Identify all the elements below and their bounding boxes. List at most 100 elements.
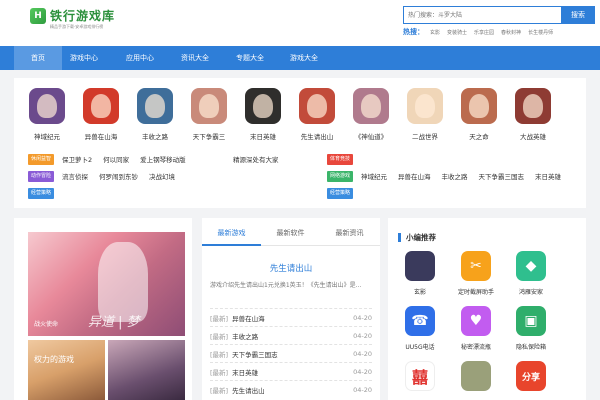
category-tag[interactable]: 休闲益智 (28, 153, 55, 165)
app-tile[interactable]: 大战英雄 (510, 88, 556, 141)
hot-link[interactable]: 长生楼丹师 (528, 29, 553, 36)
recommend-tile[interactable]: ✂ 定时截屏助手 (448, 251, 504, 296)
app-icon (245, 88, 281, 124)
app-tile[interactable]: 丰收之路 (132, 88, 178, 141)
app-tile[interactable]: 天下争霸三 (186, 88, 232, 141)
category-link[interactable]: 保卫萝卜2 (62, 154, 92, 164)
recommend-tile[interactable]: 囍 (392, 361, 448, 391)
category-link[interactable]: 决战幻境 (149, 171, 175, 181)
app-tile[interactable]: 天之命 (456, 88, 502, 141)
list-item[interactable]: [最新] 丰收之路 04-20 (210, 326, 372, 344)
promo-thumbnail[interactable]: 权力的游戏 (28, 340, 105, 400)
search-input[interactable] (403, 6, 561, 24)
app-tile[interactable]: 先生请出山 (294, 88, 340, 141)
latest-tabs: 最新游戏 最新软件 最新资讯 (202, 220, 380, 246)
hot-link[interactable]: 玄影 (430, 29, 440, 36)
app-tile[interactable]: 二战世界 (402, 88, 448, 141)
nav-apps[interactable]: 应用中心 (116, 46, 164, 70)
logo-icon: H (30, 8, 46, 24)
list-item-title: 丰收之路 (232, 332, 259, 341)
recommend-tile[interactable]: ♥ 秘密漂流瓶 (448, 306, 504, 351)
category-tag[interactable]: 动作冒险 (28, 170, 55, 182)
nav-games[interactable]: 游戏中心 (60, 46, 108, 70)
list-item-date: 04-20 (353, 367, 372, 376)
list-item[interactable]: [最新] 先生请出山 04-20 (210, 380, 372, 398)
app-tile[interactable]: 神域纪元 (24, 88, 70, 141)
recommend-tile[interactable]: ▣ 隐私保险箱 (503, 306, 559, 351)
category-link[interactable]: 爱上钢琴移动版 (140, 154, 186, 164)
category-tag[interactable]: 经营策略 (28, 187, 55, 199)
safe-icon: ▣ (516, 306, 546, 336)
app-tile[interactable]: 《神仙道》 (348, 88, 394, 141)
list-item[interactable]: [最新] 异兽在山海 04-20 (210, 308, 372, 326)
list-item[interactable]: [最新] 天下争霸三国志 04-20 (210, 344, 372, 362)
tab-latest-games[interactable]: 最新游戏 (202, 220, 261, 246)
logo-text: 铁行游戏库 (50, 8, 116, 23)
app-tile[interactable]: 末日英雄 (240, 88, 286, 141)
nav-news[interactable]: 资讯大全 (171, 46, 219, 70)
category-link[interactable]: 异兽在山海 (398, 171, 431, 181)
category-link[interactable]: 何以同家 (103, 154, 129, 164)
category-link[interactable]: 神域纪元 (361, 171, 387, 181)
category-link[interactable]: 末日英雄 (535, 171, 561, 181)
nav-home[interactable]: 首页 (14, 46, 62, 70)
category-link[interactable]: 何罗闹到东钞 (99, 171, 138, 181)
app-icon (29, 88, 65, 124)
app-icon (461, 361, 491, 391)
category-link[interactable]: 天下争霸三国志 (479, 171, 525, 181)
recommend-tile[interactable]: ☎ UU5G电话 (392, 306, 448, 351)
recommend-header: 小编推荐 (398, 232, 436, 243)
recommend-tile[interactable] (448, 361, 504, 391)
app-name: 大战英雄 (520, 133, 546, 141)
recommend-tile[interactable]: ◆ 鸿雁安家 (503, 251, 559, 296)
app-icon (405, 251, 435, 281)
search-box: 搜索 (403, 6, 595, 24)
list-item[interactable]: [最新] 末日英雄 04-20 (210, 362, 372, 380)
app-icon (137, 88, 173, 124)
list-item-date: 04-20 (353, 331, 372, 340)
app-name: 先生请出山 (300, 133, 334, 141)
promo-thumbnail[interactable] (108, 340, 185, 400)
app-icon (407, 88, 443, 124)
app-name: 隐私保险箱 (515, 344, 546, 351)
category-link[interactable]: 丰收之路 (442, 171, 468, 181)
list-item-date: 04-20 (353, 313, 372, 322)
app-name: 秘密漂流瓶 (460, 344, 491, 351)
category-tag[interactable]: 体育竞技 (327, 153, 354, 165)
category-link[interactable]: 流言侦探 (62, 171, 88, 181)
nav-all-games[interactable]: 游戏大全 (280, 46, 328, 70)
app-name: 天下争霸三 (192, 133, 226, 141)
app-name: 异兽在山海 (84, 133, 118, 141)
app-name: 末日英雄 (250, 133, 276, 141)
tab-latest-news[interactable]: 最新资讯 (320, 220, 379, 246)
category-row: 经营策略 (327, 187, 361, 199)
recommend-tile[interactable]: 玄影 (392, 251, 448, 296)
category-tag[interactable]: 网络游戏 (327, 170, 354, 182)
banner-caption: 战火使命 (34, 321, 59, 328)
featured-game-title[interactable]: 先生请出山 (202, 262, 380, 274)
tab-latest-software[interactable]: 最新软件 (261, 220, 320, 246)
bird-icon: ◆ (516, 251, 546, 281)
search-button[interactable]: 搜索 (561, 6, 595, 24)
hot-link[interactable]: 乐享庄园 (474, 29, 494, 36)
recommend-tile[interactable]: 分享 (503, 361, 559, 391)
recommend-title: 小编推荐 (406, 233, 436, 242)
category-row: 精源深处有大家 (233, 153, 290, 165)
hot-link[interactable]: 春秋封神 (501, 29, 521, 36)
featured-banner[interactable]: 异道 | 梦 战火使命 (28, 232, 185, 336)
app-icon (191, 88, 227, 124)
list-item-category: [最新] (210, 386, 229, 395)
logo-subtitle: 精品手游下载·安卓游戏排行榜 (50, 24, 104, 29)
hot-link[interactable]: 变装骑士 (447, 29, 467, 36)
app-name: 鸿雁安家 (518, 289, 543, 296)
category-tag[interactable]: 经营策略 (327, 187, 354, 199)
share-icon: 分享 (516, 361, 546, 391)
nav-topics[interactable]: 专题大全 (226, 46, 274, 70)
thumbnail-label: 权力的游戏 (34, 355, 74, 364)
app-tile[interactable]: 异兽在山海 (78, 88, 124, 141)
list-item-date: 04-20 (353, 349, 372, 358)
category-row: 休闲益智 保卫萝卜2 何以同家 爱上钢琴移动版 (28, 153, 197, 165)
site-logo[interactable]: H 铁行游戏库 精品手游下载·安卓游戏排行榜 (30, 8, 116, 29)
category-link[interactable]: 精源深处有大家 (233, 154, 279, 164)
hot-searches: 热搜： 玄影 变装骑士 乐享庄园 春秋封神 长生楼丹师 (403, 27, 560, 37)
